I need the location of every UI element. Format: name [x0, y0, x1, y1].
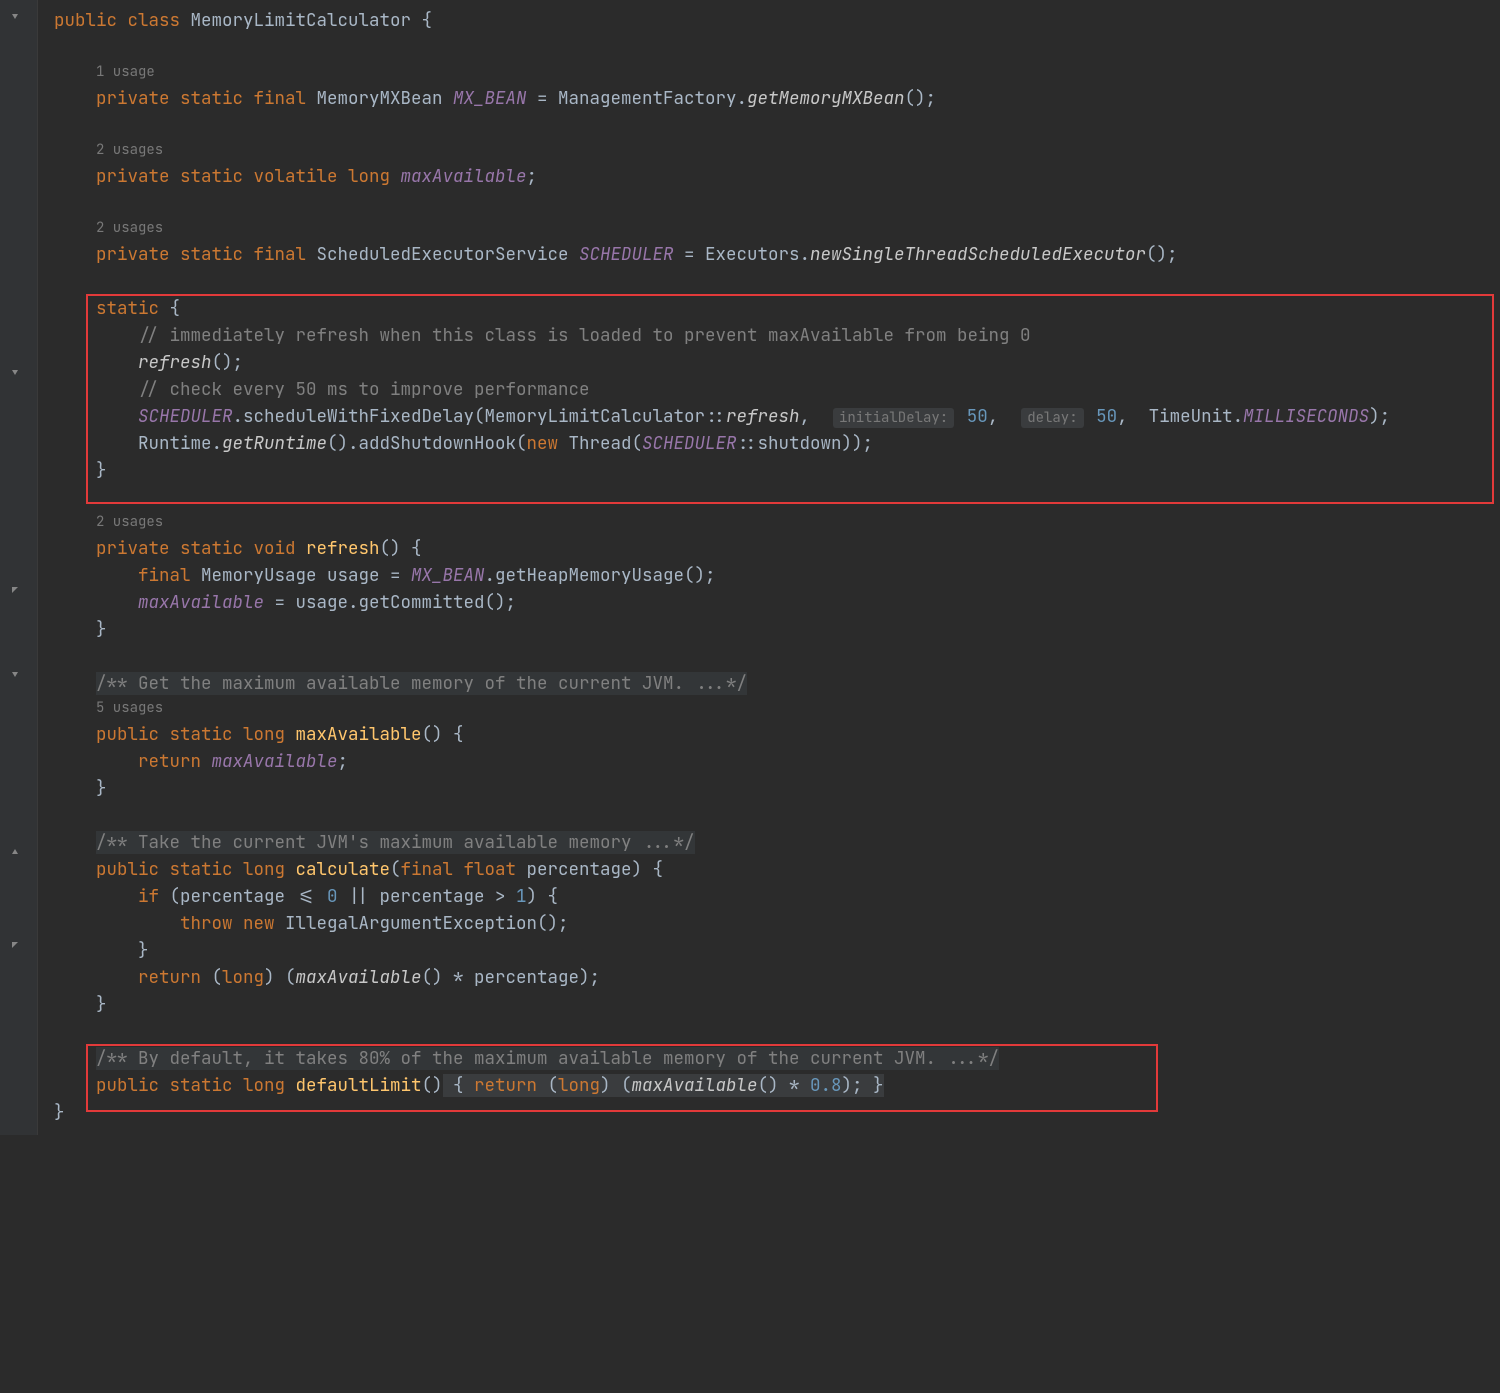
code-line[interactable]: SCHEDULER.scheduleWithFixedDelay(MemoryL…: [46, 404, 1500, 431]
usage-hint[interactable]: 2 usages: [46, 218, 1500, 242]
code-line[interactable]: /** Get the maximum available memory of …: [46, 671, 1500, 698]
code-line[interactable]: }: [46, 458, 1500, 485]
code-line[interactable]: private static final MemoryMXBean MX_BEA…: [46, 86, 1500, 113]
code-line[interactable]: return maxAvailable;: [46, 749, 1500, 776]
code-line[interactable]: }: [46, 617, 1500, 644]
code-line[interactable]: refresh();: [46, 350, 1500, 377]
code-line[interactable]: maxAvailable = usage.getCommitted();: [46, 590, 1500, 617]
code-line[interactable]: if (percentage <= 0 || percentage > 1) {: [46, 884, 1500, 911]
code-line[interactable]: }: [46, 992, 1500, 1019]
fold-icon[interactable]: [8, 583, 22, 597]
gutter: [0, 0, 38, 1135]
code-line[interactable]: public class MemoryLimitCalculator {: [46, 8, 1500, 35]
fold-icon[interactable]: [8, 366, 22, 380]
code-line[interactable]: throw new IllegalArgumentException();: [46, 911, 1500, 938]
fold-icon[interactable]: [8, 844, 22, 858]
param-hint: delay:: [1021, 408, 1083, 428]
usage-hint[interactable]: 2 usages: [46, 512, 1500, 536]
code-line[interactable]: private static void refresh() {: [46, 536, 1500, 563]
code-line[interactable]: }: [46, 1100, 1500, 1127]
fold-icon[interactable]: [8, 668, 22, 682]
code-line[interactable]: private static volatile long maxAvailabl…: [46, 164, 1500, 191]
param-hint: initialDelay:: [833, 408, 954, 428]
code-line[interactable]: return (long) (maxAvailable() * percenta…: [46, 965, 1500, 992]
code-line[interactable]: // immediately refresh when this class i…: [46, 323, 1500, 350]
usage-hint[interactable]: 5 usages: [46, 698, 1500, 722]
code-line[interactable]: static {: [46, 296, 1500, 323]
fold-icon[interactable]: [8, 10, 22, 24]
code-line[interactable]: /** By default, it takes 80% of the maxi…: [46, 1046, 1500, 1073]
fold-icon[interactable]: [8, 938, 22, 952]
code-line[interactable]: /** Take the current JVM's maximum avail…: [46, 830, 1500, 857]
code-editor[interactable]: public class MemoryLimitCalculator { 1 u…: [0, 0, 1500, 1135]
code-line[interactable]: public static long maxAvailable() {: [46, 722, 1500, 749]
code-line[interactable]: }: [46, 776, 1500, 803]
code-area[interactable]: public class MemoryLimitCalculator { 1 u…: [38, 0, 1500, 1135]
folded-code[interactable]: { return (long) (maxAvailable() * 0.8); …: [443, 1074, 884, 1097]
usage-hint[interactable]: 2 usages: [46, 140, 1500, 164]
code-line[interactable]: Runtime.getRuntime().addShutdownHook(new…: [46, 431, 1500, 458]
usage-hint[interactable]: 1 usage: [46, 62, 1500, 86]
code-line[interactable]: public static long defaultLimit() { retu…: [46, 1073, 1500, 1100]
code-line[interactable]: public static long calculate(final float…: [46, 857, 1500, 884]
code-line[interactable]: // check every 50 ms to improve performa…: [46, 377, 1500, 404]
code-line[interactable]: final MemoryUsage usage = MX_BEAN.getHea…: [46, 563, 1500, 590]
code-line[interactable]: }: [46, 938, 1500, 965]
code-line[interactable]: private static final ScheduledExecutorSe…: [46, 242, 1500, 269]
